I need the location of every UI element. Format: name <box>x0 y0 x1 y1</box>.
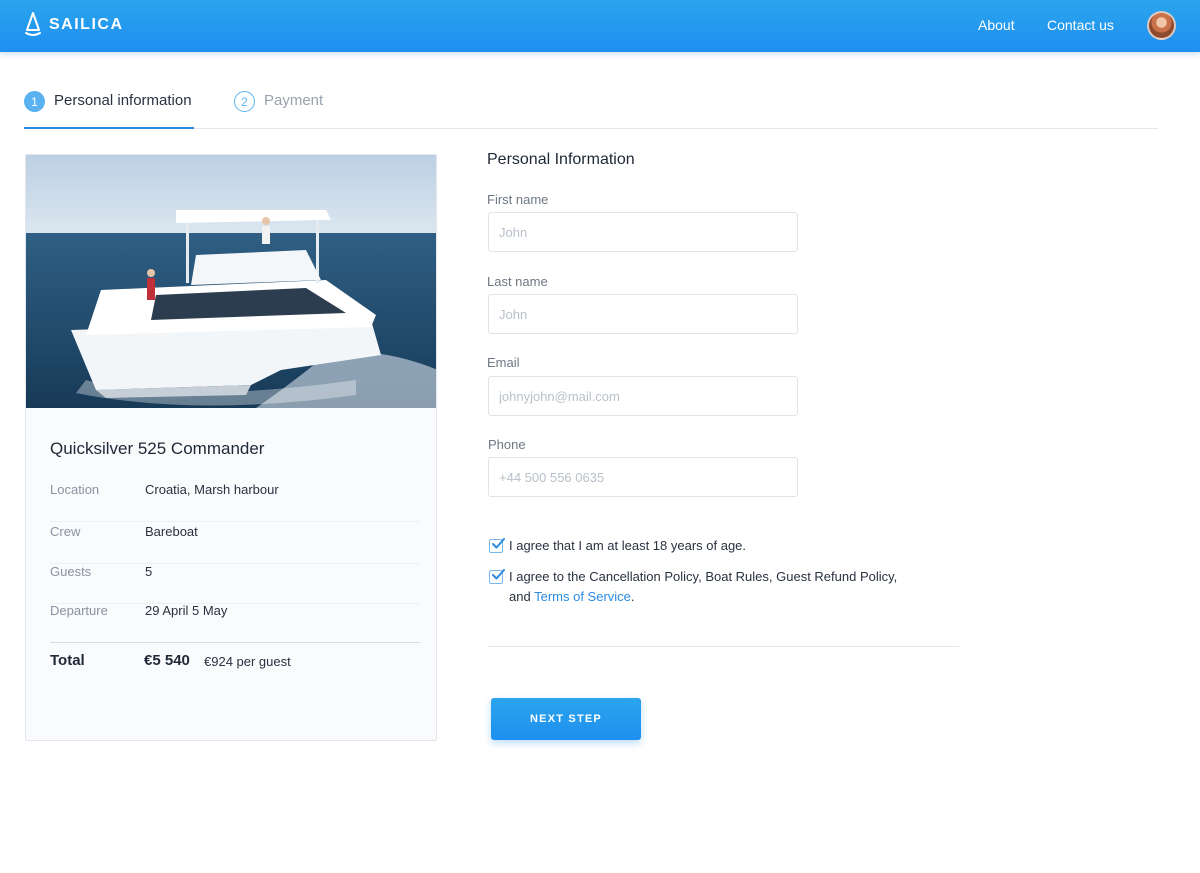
first-name-label: First name <box>487 192 549 207</box>
first-name-input[interactable] <box>488 212 798 252</box>
policy-agreement-checkbox[interactable] <box>489 569 505 584</box>
form-title: Personal Information <box>487 151 635 168</box>
brand-name: SAILICA <box>49 16 124 33</box>
sail-icon <box>25 12 41 36</box>
top-navbar: SAILICA About Contact us <box>0 0 1200 52</box>
phone-label: Phone <box>488 437 526 452</box>
detail-key: Crew <box>50 524 81 539</box>
detail-row-crew: Crew Bareboat <box>50 524 420 564</box>
price-per-guest: €924 per guest <box>204 654 291 669</box>
detail-key: Location <box>50 482 100 497</box>
tab-personal-information[interactable]: 1 Personal information <box>24 88 194 129</box>
email-label: Email <box>487 355 520 370</box>
age-agreement-checkbox[interactable] <box>489 538 505 553</box>
total-price: €5 540 <box>144 652 190 669</box>
email-input[interactable] <box>488 376 798 416</box>
phone-input[interactable] <box>488 457 798 497</box>
policy-agreement-text: I agree to the Cancellation Policy, Boat… <box>509 569 898 584</box>
step-number-badge: 2 <box>234 91 255 112</box>
checkmark-icon <box>492 538 505 549</box>
detail-row-departure: Departure 29 April 5 May <box>50 603 420 643</box>
checkmark-icon <box>492 569 505 580</box>
detail-value: 5 <box>145 564 153 579</box>
policy-period: . <box>630 589 635 604</box>
tab-label: Personal information <box>54 92 192 109</box>
next-step-button[interactable]: NEXT STEP <box>491 698 641 740</box>
detail-key: Departure <box>50 603 108 618</box>
tab-payment[interactable]: 2 Payment <box>234 88 323 129</box>
brand-logo[interactable]: SAILICA <box>24 12 124 38</box>
last-name-label: Last name <box>487 274 548 289</box>
detail-row-location: Location Croatia, Marsh harbour <box>50 482 420 522</box>
policy-agreement-text-line2: and Terms of Service. <box>509 587 635 607</box>
user-avatar[interactable] <box>1147 11 1176 40</box>
last-name-input[interactable] <box>488 294 798 334</box>
detail-value: Bareboat <box>145 524 198 539</box>
nav-contact-link[interactable]: Contact us <box>1047 17 1114 33</box>
detail-value: 29 April 5 May <box>145 603 228 618</box>
step-tabs: 1 Personal information 2 Payment <box>24 88 1158 129</box>
terms-of-service-link[interactable]: Terms of Service <box>534 589 631 604</box>
boat-name: Quicksilver 525 Commander <box>50 439 265 458</box>
step-number-badge: 1 <box>24 91 45 112</box>
policy-and-text: and <box>509 589 531 604</box>
form-divider <box>488 646 959 647</box>
total-label: Total <box>50 652 85 669</box>
detail-key: Guests <box>50 564 92 579</box>
boat-summary-card: Quicksilver 525 Commander Location Croat… <box>25 154 437 741</box>
tab-label: Payment <box>264 92 324 109</box>
nav-about-link[interactable]: About <box>978 17 1015 33</box>
detail-value: Croatia, Marsh harbour <box>145 482 279 497</box>
detail-row-guests: Guests 5 <box>50 564 420 604</box>
catamaran-photo <box>26 155 436 408</box>
age-agreement-text: I agree that I am at least 18 years of a… <box>509 538 747 553</box>
